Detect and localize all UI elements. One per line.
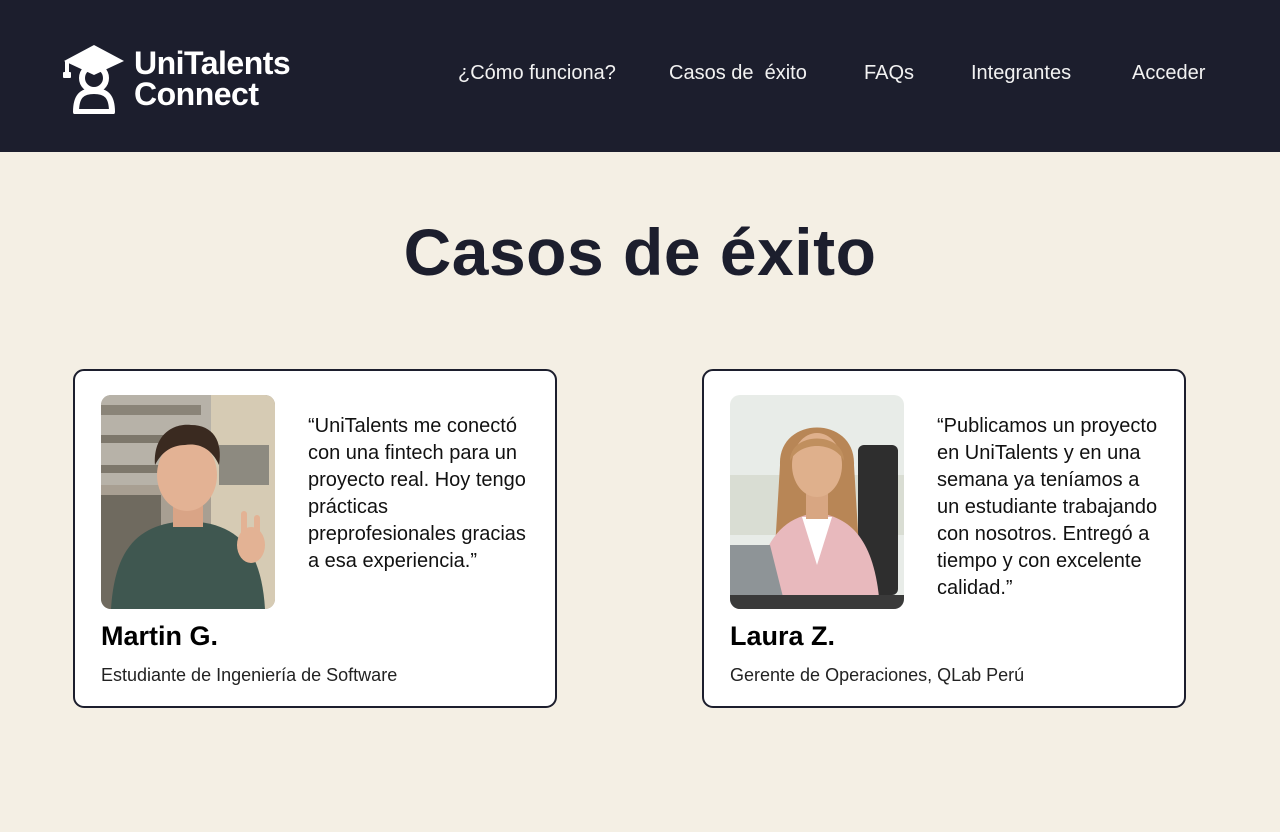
testimonial-card: “UniTalents me conectó con una fintech p… — [73, 369, 557, 708]
top-navbar: UniTalents Connect ¿Cómo funciona? Casos… — [0, 0, 1280, 152]
testimonial-photo — [730, 395, 904, 609]
nav-link-integrantes[interactable]: Integrantes — [971, 62, 1071, 85]
student-photo-image — [101, 395, 275, 609]
main-nav: ¿Cómo funciona? Casos de éxito FAQs Inte… — [0, 62, 1280, 90]
nav-link-faqs[interactable]: FAQs — [864, 62, 914, 85]
nav-link-como-funciona[interactable]: ¿Cómo funciona? — [458, 62, 616, 85]
testimonial-role: Gerente de Operaciones, QLab Perú — [730, 665, 1025, 685]
testimonial-quote: “UniTalents me conectó con una fintech p… — [308, 415, 526, 572]
testimonial-quote: “Publicamos un proyecto en UniTalents y … — [937, 415, 1158, 599]
page-title: Casos de éxito — [403, 215, 877, 289]
nav-link-acceder[interactable]: Acceder — [1132, 62, 1205, 85]
testimonial-role: Estudiante de Ingeniería de Software — [101, 665, 398, 685]
testimonial-name: Laura Z. — [730, 621, 836, 651]
testimonial-card: “Publicamos un proyecto en UniTalents y … — [702, 369, 1186, 708]
manager-photo-image — [730, 395, 904, 609]
testimonial-name: Martin G. — [101, 621, 219, 651]
testimonial-photo — [101, 395, 275, 609]
nav-link-casos-exito[interactable]: Casos de éxito — [669, 62, 807, 85]
